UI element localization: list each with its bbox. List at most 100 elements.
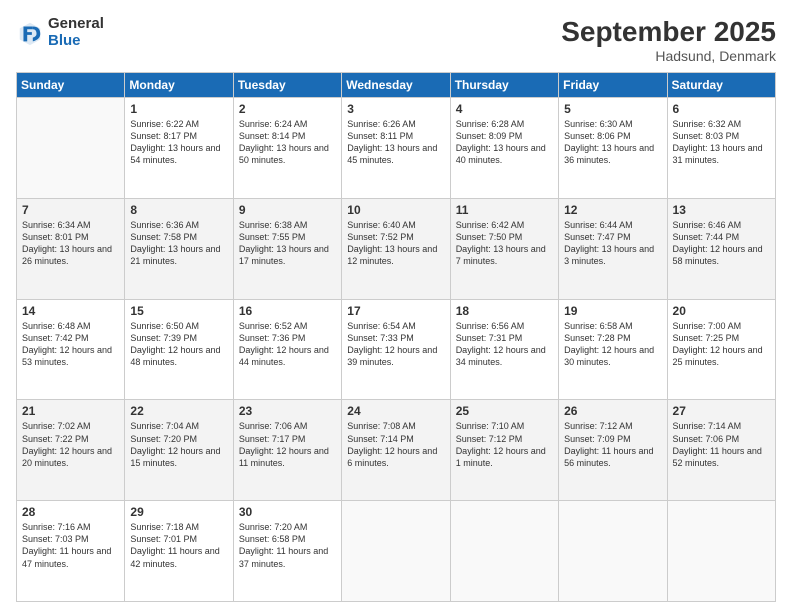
- month-title: September 2025: [561, 16, 776, 48]
- day-info: Sunrise: 7:00 AM Sunset: 7:25 PM Dayligh…: [673, 320, 770, 369]
- calendar-cell: 13 Sunrise: 6:46 AM Sunset: 7:44 PM Dayli…: [667, 198, 775, 299]
- day-info: Sunrise: 7:20 AM Sunset: 6:58 PM Dayligh…: [239, 521, 336, 570]
- header-friday: Friday: [559, 73, 667, 98]
- calendar-cell: 5Sunrise: 6:30 AM Sunset: 8:06 PM Daylig…: [559, 98, 667, 199]
- day-info: Sunrise: 6:46 AM Sunset: 7:44 PM Dayligh…: [673, 219, 770, 268]
- day-number: 26: [564, 404, 661, 418]
- location: Hadsund, Denmark: [561, 48, 776, 64]
- day-number: 16: [239, 304, 336, 318]
- day-info: Sunrise: 6:38 AM Sunset: 7:55 PM Dayligh…: [239, 219, 336, 268]
- day-info: Sunrise: 7:14 AM Sunset: 7:06 PM Dayligh…: [673, 420, 770, 469]
- day-number: 28: [22, 505, 119, 519]
- calendar-cell: [17, 98, 125, 199]
- calendar-week-row: 14 Sunrise: 6:48 AM Sunset: 7:42 PM Dayli…: [17, 299, 776, 400]
- day-info: Sunrise: 7:04 AM Sunset: 7:20 PM Dayligh…: [130, 420, 227, 469]
- day-info: Sunrise: 7:08 AM Sunset: 7:14 PM Dayligh…: [347, 420, 444, 469]
- day-number: 19: [564, 304, 661, 318]
- day-info: Sunrise: 6:40 AM Sunset: 7:52 PM Dayligh…: [347, 219, 444, 268]
- day-number: 17: [347, 304, 444, 318]
- calendar-cell: 15Sunrise: 6:50 AM Sunset: 7:39 PM Dayli…: [125, 299, 233, 400]
- calendar-cell: 16Sunrise: 6:52 AM Sunset: 7:36 PM Dayli…: [233, 299, 341, 400]
- day-number: 10: [347, 203, 444, 217]
- day-info: Sunrise: 6:34 AM Sunset: 8:01 PM Dayligh…: [22, 219, 119, 268]
- calendar-cell: 23 Sunrise: 7:06 AM Sunset: 7:17 PM Dayli…: [233, 400, 341, 501]
- day-number: 30: [239, 505, 336, 519]
- calendar-cell: 8Sunrise: 6:36 AM Sunset: 7:58 PM Daylig…: [125, 198, 233, 299]
- calendar-cell: 27Sunrise: 7:14 AM Sunset: 7:06 PM Dayli…: [667, 400, 775, 501]
- day-info: Sunrise: 6:22 AM Sunset: 8:17 PM Dayligh…: [130, 118, 227, 167]
- day-info: Sunrise: 7:12 AM Sunset: 7:09 PM Dayligh…: [564, 420, 661, 469]
- day-number: 18: [456, 304, 553, 318]
- day-number: 2: [239, 102, 336, 116]
- day-number: 1: [130, 102, 227, 116]
- calendar-cell: 18 Sunrise: 6:56 AM Sunset: 7:31 PM Dayli…: [450, 299, 558, 400]
- calendar-week-row: 21 Sunrise: 7:02 AM Sunset: 7:22 PM Dayli…: [17, 400, 776, 501]
- day-number: 9: [239, 203, 336, 217]
- header-thursday: Thursday: [450, 73, 558, 98]
- calendar-cell: 3Sunrise: 6:26 AM Sunset: 8:11 PM Daylig…: [342, 98, 450, 199]
- calendar-cell: 28Sunrise: 7:16 AM Sunset: 7:03 PM Dayli…: [17, 501, 125, 602]
- day-number: 29: [130, 505, 227, 519]
- calendar-cell: 17 Sunrise: 6:54 AM Sunset: 7:33 PM Dayli…: [342, 299, 450, 400]
- day-info: Sunrise: 6:54 AM Sunset: 7:33 PM Dayligh…: [347, 320, 444, 369]
- day-info: Sunrise: 6:36 AM Sunset: 7:58 PM Dayligh…: [130, 219, 227, 268]
- header: General Blue September 2025 Hadsund, Den…: [16, 16, 776, 64]
- calendar-cell: 1 Sunrise: 6:22 AM Sunset: 8:17 PM Daylig…: [125, 98, 233, 199]
- calendar-cell: 2 Sunrise: 6:24 AM Sunset: 8:14 PM Daylig…: [233, 98, 341, 199]
- header-monday: Monday: [125, 73, 233, 98]
- logo-text: General Blue: [48, 16, 104, 49]
- calendar-cell: 19Sunrise: 6:58 AM Sunset: 7:28 PM Dayli…: [559, 299, 667, 400]
- day-info: Sunrise: 6:42 AM Sunset: 7:50 PM Dayligh…: [456, 219, 553, 268]
- day-number: 7: [22, 203, 119, 217]
- calendar-cell: 7 Sunrise: 6:34 AM Sunset: 8:01 PM Daylig…: [17, 198, 125, 299]
- title-block: September 2025 Hadsund, Denmark: [561, 16, 776, 64]
- day-number: 21: [22, 404, 119, 418]
- day-number: 24: [347, 404, 444, 418]
- calendar-cell: [559, 501, 667, 602]
- day-number: 12: [564, 203, 661, 217]
- page: General Blue September 2025 Hadsund, Den…: [0, 0, 792, 612]
- logo-icon: [16, 19, 44, 47]
- day-number: 22: [130, 404, 227, 418]
- calendar-cell: 12 Sunrise: 6:44 AM Sunset: 7:47 PM Dayli…: [559, 198, 667, 299]
- calendar-week-row: 1 Sunrise: 6:22 AM Sunset: 8:17 PM Daylig…: [17, 98, 776, 199]
- day-number: 23: [239, 404, 336, 418]
- calendar-cell: 10 Sunrise: 6:40 AM Sunset: 7:52 PM Dayli…: [342, 198, 450, 299]
- calendar-week-row: 7 Sunrise: 6:34 AM Sunset: 8:01 PM Daylig…: [17, 198, 776, 299]
- calendar-cell: [450, 501, 558, 602]
- header-sunday: Sunday: [17, 73, 125, 98]
- header-saturday: Saturday: [667, 73, 775, 98]
- day-info: Sunrise: 7:06 AM Sunset: 7:17 PM Dayligh…: [239, 420, 336, 469]
- calendar-cell: 14 Sunrise: 6:48 AM Sunset: 7:42 PM Dayli…: [17, 299, 125, 400]
- day-number: 3: [347, 102, 444, 116]
- calendar-cell: 11 Sunrise: 6:42 AM Sunset: 7:50 PM Dayli…: [450, 198, 558, 299]
- calendar-cell: 30 Sunrise: 7:20 AM Sunset: 6:58 PM Dayli…: [233, 501, 341, 602]
- logo-general: General: [48, 16, 104, 33]
- calendar-week-row: 28Sunrise: 7:16 AM Sunset: 7:03 PM Dayli…: [17, 501, 776, 602]
- calendar: Sunday Monday Tuesday Wednesday Thursday…: [16, 72, 776, 602]
- day-info: Sunrise: 6:56 AM Sunset: 7:31 PM Dayligh…: [456, 320, 553, 369]
- calendar-cell: 25Sunrise: 7:10 AM Sunset: 7:12 PM Dayli…: [450, 400, 558, 501]
- calendar-cell: 26 Sunrise: 7:12 AM Sunset: 7:09 PM Dayli…: [559, 400, 667, 501]
- day-info: Sunrise: 7:10 AM Sunset: 7:12 PM Dayligh…: [456, 420, 553, 469]
- day-number: 11: [456, 203, 553, 217]
- day-info: Sunrise: 6:44 AM Sunset: 7:47 PM Dayligh…: [564, 219, 661, 268]
- day-number: 14: [22, 304, 119, 318]
- day-info: Sunrise: 6:24 AM Sunset: 8:14 PM Dayligh…: [239, 118, 336, 167]
- day-info: Sunrise: 7:02 AM Sunset: 7:22 PM Dayligh…: [22, 420, 119, 469]
- day-info: Sunrise: 6:48 AM Sunset: 7:42 PM Dayligh…: [22, 320, 119, 369]
- calendar-cell: 24 Sunrise: 7:08 AM Sunset: 7:14 PM Dayli…: [342, 400, 450, 501]
- weekday-header-row: Sunday Monday Tuesday Wednesday Thursday…: [17, 73, 776, 98]
- calendar-cell: 4 Sunrise: 6:28 AM Sunset: 8:09 PM Daylig…: [450, 98, 558, 199]
- day-number: 20: [673, 304, 770, 318]
- calendar-cell: [667, 501, 775, 602]
- logo: General Blue: [16, 16, 104, 49]
- day-number: 4: [456, 102, 553, 116]
- calendar-cell: [342, 501, 450, 602]
- header-tuesday: Tuesday: [233, 73, 341, 98]
- calendar-cell: 9 Sunrise: 6:38 AM Sunset: 7:55 PM Daylig…: [233, 198, 341, 299]
- day-info: Sunrise: 6:28 AM Sunset: 8:09 PM Dayligh…: [456, 118, 553, 167]
- day-number: 13: [673, 203, 770, 217]
- day-number: 6: [673, 102, 770, 116]
- calendar-cell: 20 Sunrise: 7:00 AM Sunset: 7:25 PM Dayli…: [667, 299, 775, 400]
